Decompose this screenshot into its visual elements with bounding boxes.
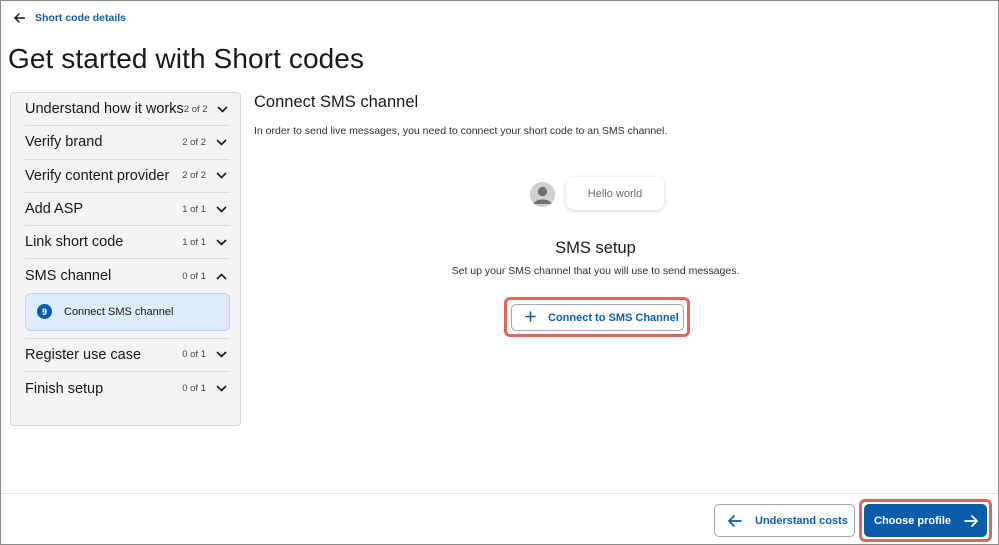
user-avatar-icon	[530, 182, 555, 207]
step-label: Add ASP	[25, 201, 84, 218]
next-button-label: Choose profile	[874, 514, 952, 527]
step-verify-content-provider[interactable]: Verify content provider 2 of 2	[25, 160, 230, 193]
step-count: 2 of 2	[182, 136, 206, 148]
sms-setup-description: Set up your SMS channel that you will us…	[451, 265, 740, 277]
sms-setup-title: SMS setup	[555, 239, 636, 257]
section-heading: Connect SMS channel	[254, 93, 419, 111]
arrow-left-icon[interactable]	[11, 10, 27, 26]
chevron-down-icon[interactable]	[215, 349, 227, 361]
sms-channel-substeps: 9 Connect SMS channel	[25, 292, 230, 339]
substep-label: Connect SMS channel	[64, 305, 174, 318]
step-label: Finish setup	[25, 380, 104, 397]
step-count: 2 of 2	[182, 170, 206, 182]
step-label: Understand how it works	[25, 101, 184, 118]
chevron-down-icon[interactable]	[215, 383, 227, 395]
plus-icon	[525, 310, 536, 325]
connect-sms-channel-button[interactable]: Connect to SMS Channel	[511, 304, 684, 331]
chevron-down-icon[interactable]	[215, 136, 227, 148]
step-label: Verify brand	[25, 134, 103, 151]
short-code-details-link[interactable]: Short code details	[35, 12, 126, 24]
chevron-down-icon[interactable]	[215, 203, 227, 215]
choose-profile-button[interactable]: Choose profile	[864, 504, 987, 537]
step-count: 1 of 1	[182, 203, 206, 215]
arrow-right-icon	[964, 513, 979, 528]
chevron-down-icon[interactable]	[216, 103, 228, 115]
footer-divider	[1, 493, 998, 494]
section-description: In order to send live messages, you need…	[254, 125, 668, 137]
message-preview-bubble: Hello world	[566, 177, 664, 210]
top-bar: Short code details	[1, 1, 998, 35]
substep-number-badge: 9	[37, 304, 52, 320]
step-register-use-case[interactable]: Register use case 0 of 1	[25, 339, 230, 373]
step-finish-setup[interactable]: Finish setup 0 of 1	[25, 372, 230, 405]
step-label: Register use case	[25, 346, 142, 363]
page-title: Get started with Short codes	[8, 43, 365, 74]
back-button-label: Understand costs	[755, 514, 848, 527]
arrow-left-icon	[728, 513, 743, 528]
step-verify-brand[interactable]: Verify brand 2 of 2	[25, 126, 230, 160]
connect-button-label: Connect to SMS Channel	[548, 311, 679, 324]
setup-steps-sidebar: Understand how it works 2 of 2 Verify br…	[10, 92, 241, 426]
step-label: Verify content provider	[25, 167, 170, 184]
step-count: 2 of 2	[183, 103, 208, 115]
understand-costs-button[interactable]: Understand costs	[714, 504, 855, 537]
substep-connect-sms-channel[interactable]: 9 Connect SMS channel	[25, 292, 230, 331]
chevron-down-icon[interactable]	[215, 170, 227, 182]
step-count: 0 of 1	[182, 349, 206, 361]
step-add-asp[interactable]: Add ASP 1 of 1	[25, 193, 230, 227]
step-understand-how-it-works[interactable]: Understand how it works 2 of 2	[25, 93, 230, 127]
step-count: 0 of 1	[182, 383, 206, 395]
